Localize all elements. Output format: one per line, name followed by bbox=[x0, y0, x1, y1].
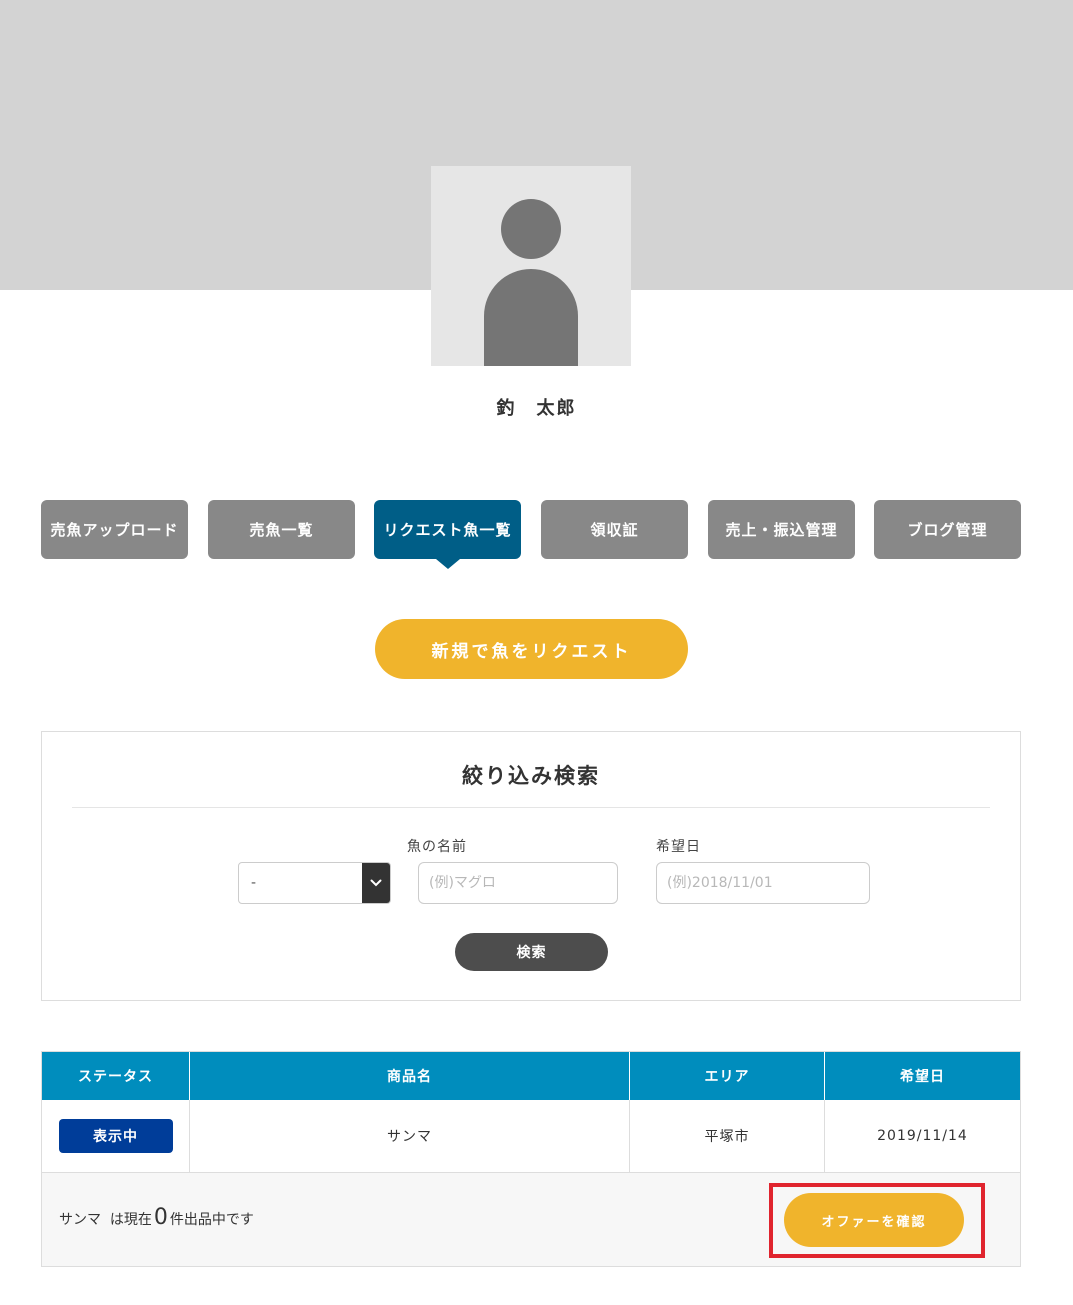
tab-label: 領収証 bbox=[590, 521, 639, 539]
select-value: - bbox=[251, 875, 257, 891]
tab-label: ブログ管理 bbox=[907, 521, 988, 539]
user-name: 釣 太郎 bbox=[496, 398, 577, 419]
mypage-tabs: 売魚アップロード 売魚一覧 リクエスト魚一覧 領収証 売上・振込管理 ブログ管理 bbox=[41, 500, 1021, 569]
table-row-footer: サンマ は現在 0 件出品中です オファーを確認 bbox=[42, 1173, 1020, 1266]
table-row: 表示中 サンマ 平塚市 2019/11/14 bbox=[42, 1100, 1020, 1173]
tab-blog[interactable]: ブログ管理 bbox=[874, 500, 1021, 559]
column-header-area: エリア bbox=[629, 1052, 824, 1100]
divider bbox=[72, 807, 990, 808]
listing-fish-name: サンマ bbox=[59, 1212, 101, 1228]
fish-name-input[interactable] bbox=[418, 862, 618, 904]
user-placeholder-icon bbox=[484, 199, 578, 366]
page: 釣 太郎 売魚アップロード 売魚一覧 リクエスト魚一覧 領収証 売上・振込管理 … bbox=[0, 0, 1073, 1305]
tab-label: リクエスト魚一覧 bbox=[383, 521, 512, 539]
tab-fish-list[interactable]: 売魚一覧 bbox=[208, 500, 355, 559]
product-cell: サンマ bbox=[189, 1100, 629, 1172]
tab-label: 売魚アップロード bbox=[50, 521, 179, 539]
avatar bbox=[431, 166, 631, 366]
listing-text-after: 件出品中です bbox=[169, 1212, 254, 1228]
column-header-product: 商品名 bbox=[189, 1052, 629, 1100]
tab-request-fish-list[interactable]: リクエスト魚一覧 bbox=[374, 500, 521, 569]
check-offer-button[interactable]: オファーを確認 bbox=[784, 1193, 964, 1247]
tab-sales-transfer[interactable]: 売上・振込管理 bbox=[708, 500, 855, 559]
request-table: ステータス 商品名 エリア 希望日 表示中 サンマ 平塚市 2019/11/14… bbox=[41, 1051, 1021, 1267]
chevron-down-icon bbox=[362, 863, 390, 903]
search-button[interactable]: 検索 bbox=[455, 933, 608, 971]
listing-count: 0 bbox=[153, 1205, 168, 1230]
filter-select[interactable]: - bbox=[238, 862, 391, 904]
column-header-date: 希望日 bbox=[824, 1052, 1020, 1100]
status-cell: 表示中 bbox=[42, 1100, 189, 1172]
tab-upload-fish[interactable]: 売魚アップロード bbox=[41, 500, 188, 559]
listing-text-before: は現在 bbox=[109, 1212, 152, 1228]
status-badge: 表示中 bbox=[58, 1119, 173, 1153]
new-request-button[interactable]: 新規で魚をリクエスト bbox=[375, 619, 688, 679]
fish-name-label: 魚の名前 bbox=[407, 839, 467, 855]
filter-panel: 絞り込み検索 - 魚の名前 希望日 検索 bbox=[41, 731, 1021, 1001]
tab-receipt[interactable]: 領収証 bbox=[541, 500, 688, 559]
listing-status-text: サンマ は現在 0 件出品中です bbox=[59, 1205, 254, 1230]
area-cell: 平塚市 bbox=[629, 1100, 824, 1172]
tab-label: 売魚一覧 bbox=[249, 521, 314, 539]
tab-label: 売上・振込管理 bbox=[725, 521, 838, 539]
desired-date-label: 希望日 bbox=[656, 839, 701, 855]
filter-title: 絞り込み検索 bbox=[462, 764, 600, 788]
column-header-status: ステータス bbox=[78, 1069, 153, 1085]
date-cell: 2019/11/14 bbox=[824, 1100, 1020, 1172]
desired-date-input[interactable] bbox=[656, 862, 870, 904]
table-header: ステータス 商品名 エリア 希望日 bbox=[42, 1052, 1020, 1100]
